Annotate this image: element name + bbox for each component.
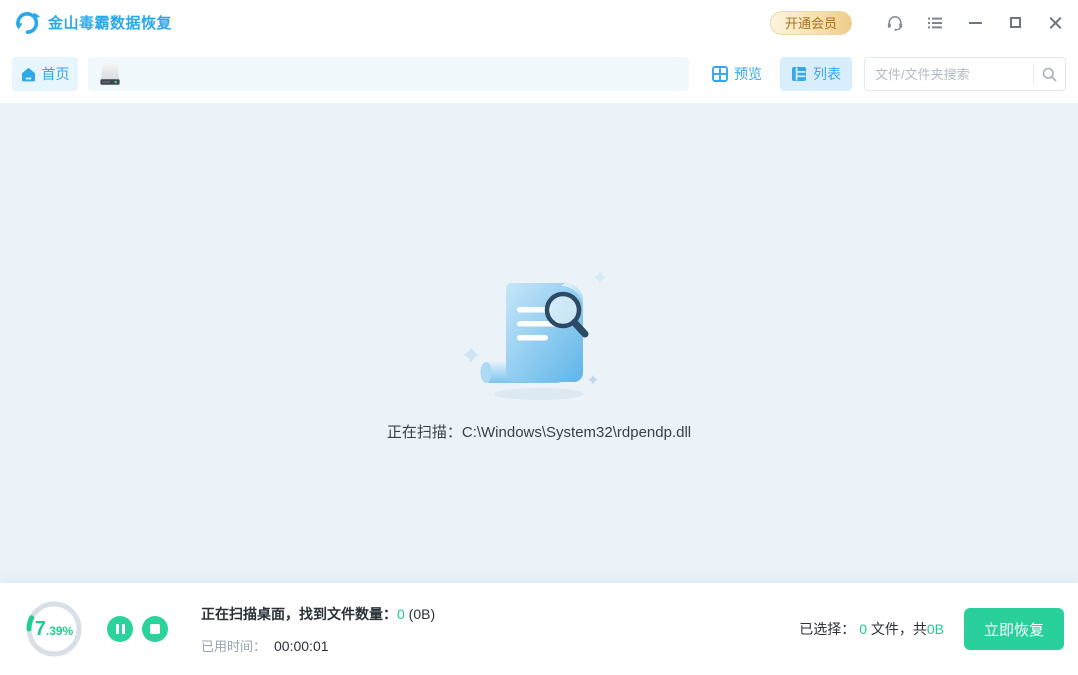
grid-preview-icon	[712, 66, 728, 82]
stop-button[interactable]	[142, 616, 168, 642]
search-box	[864, 57, 1066, 91]
scanning-label: 正在扫描：	[387, 424, 462, 441]
pause-icon	[116, 624, 125, 634]
scanning-path: C:\Windows\System32\rdpendp.dll	[462, 424, 691, 441]
support-headset-icon[interactable]	[886, 14, 904, 32]
list-view-icon	[791, 66, 807, 82]
home-label: 首页	[42, 64, 70, 84]
selected-count: 0	[859, 621, 867, 637]
titlebar: 金山毒霸数据恢复 开通会员	[0, 0, 1078, 45]
selection-summary: 已选择： 0 文件，共0B	[799, 619, 944, 639]
vip-upgrade-button[interactable]: 开通会员	[770, 11, 852, 35]
toolbar: 首页 预览	[0, 45, 1078, 103]
close-button[interactable]	[1046, 14, 1064, 32]
elapsed-time-line: 已用时间： 00:00:01	[201, 636, 435, 655]
footer-bar: 7.39% 正在扫描桌面，找到文件数量：0 (0B) 已用时间：00:00:01…	[0, 583, 1078, 675]
menu-icon[interactable]	[926, 14, 944, 32]
recover-now-button[interactable]: 立即恢复	[964, 608, 1064, 650]
progress-percent-frac: .39%	[46, 624, 73, 638]
selected-size: 0B	[927, 621, 944, 637]
maximize-icon	[1010, 17, 1021, 28]
scan-status-block: 正在扫描桌面，找到文件数量：0 (0B) 已用时间： 00:00:01	[201, 604, 435, 655]
titlebar-icons	[864, 14, 1064, 32]
progress-percent: 7.39%	[26, 601, 82, 657]
scan-area: 正在扫描：C:\Windows\System32\rdpendp.dll	[0, 103, 1078, 583]
found-count: 0	[397, 606, 405, 622]
close-icon	[1049, 16, 1062, 29]
elapsed-value: 00:00:01	[274, 638, 329, 654]
search-icon	[1042, 67, 1057, 82]
view-preview-label: 预览	[734, 64, 762, 84]
view-list-label: 列表	[813, 64, 841, 84]
scanning-illustration	[459, 263, 619, 403]
search-submit[interactable]	[1033, 64, 1065, 84]
home-button[interactable]: 首页	[12, 57, 78, 91]
vip-upgrade-label: 开通会员	[785, 13, 837, 32]
view-preview-button[interactable]: 预览	[701, 57, 773, 91]
scan-status-line: 正在扫描桌面，找到文件数量：0 (0B)	[201, 604, 435, 624]
progress-percent-int: 7	[35, 618, 46, 641]
search-input[interactable]	[865, 67, 1033, 82]
view-list-button[interactable]: 列表	[780, 57, 852, 91]
app-window: 金山毒霸数据恢复 开通会员	[0, 0, 1078, 675]
scanning-status-line: 正在扫描：C:\Windows\System32\rdpendp.dll	[387, 421, 691, 442]
progress-ring: 7.39%	[26, 601, 82, 657]
app-logo-icon	[14, 9, 41, 36]
minimize-button[interactable]	[966, 14, 984, 32]
found-size: (0B)	[405, 606, 435, 622]
maximize-button[interactable]	[1006, 14, 1024, 32]
app-title: 金山毒霸数据恢复	[48, 12, 172, 33]
selected-unit: 文件，共	[871, 621, 927, 637]
stop-icon	[150, 624, 160, 634]
drive-icon	[98, 61, 122, 87]
minimize-icon	[969, 22, 982, 24]
breadcrumb[interactable]	[88, 57, 689, 91]
pause-button[interactable]	[107, 616, 133, 642]
home-icon	[21, 67, 36, 82]
elapsed-label: 已用时间：	[201, 639, 266, 654]
scan-status-text: 正在扫描桌面，找到文件数量：	[201, 606, 397, 622]
selected-label: 已选择：	[799, 621, 855, 637]
